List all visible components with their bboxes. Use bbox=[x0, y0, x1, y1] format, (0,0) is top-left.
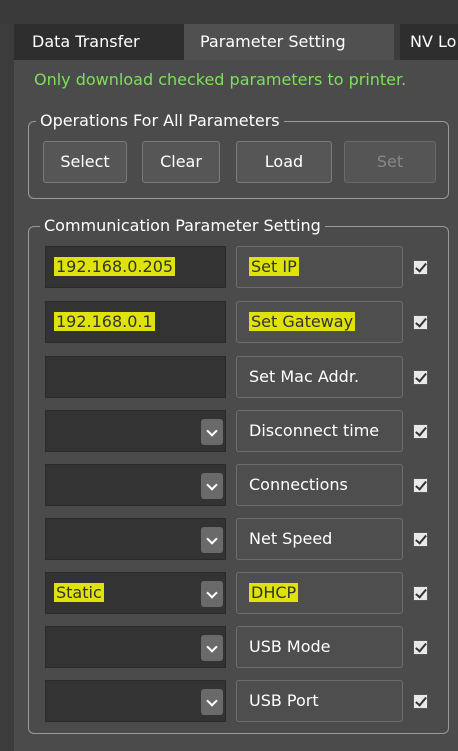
net-speed-button[interactable]: Net Speed bbox=[236, 518, 403, 560]
disconnect-time-checkbox[interactable] bbox=[413, 424, 428, 439]
tab-nv-logo[interactable]: NV Lo bbox=[400, 24, 458, 60]
connections-button[interactable]: Connections bbox=[236, 464, 403, 506]
gateway-field[interactable]: 192.168.0.1 bbox=[45, 301, 226, 343]
usb-port-label: USB Port bbox=[249, 691, 319, 710]
dhcp-combo[interactable]: Static bbox=[45, 572, 226, 614]
tab-data-transfer[interactable]: Data Transfer bbox=[14, 24, 184, 60]
gateway-value: 192.168.0.1 bbox=[54, 312, 155, 331]
net-speed-checkbox[interactable] bbox=[413, 532, 428, 547]
tab-parameter-setting[interactable]: Parameter Setting bbox=[184, 24, 394, 60]
set-ip-checkbox[interactable] bbox=[413, 260, 428, 275]
usb-mode-label: USB Mode bbox=[249, 637, 331, 656]
dhcp-checkbox[interactable] bbox=[413, 586, 428, 601]
disconnect-time-button[interactable]: Disconnect time bbox=[236, 410, 403, 452]
operations-group-title: Operations For All Parameters bbox=[36, 111, 284, 131]
download-notice: Only download checked parameters to prin… bbox=[34, 70, 407, 89]
set-gateway-label: Set Gateway bbox=[249, 312, 356, 331]
usb-mode-button[interactable]: USB Mode bbox=[236, 626, 403, 668]
connections-label: Connections bbox=[249, 475, 348, 494]
set-mac-addr-checkbox[interactable] bbox=[413, 370, 428, 385]
chevron-down-icon[interactable] bbox=[201, 419, 223, 445]
ip-address-field[interactable]: 192.168.0.205 bbox=[45, 246, 226, 288]
usb-mode-checkbox[interactable] bbox=[413, 640, 428, 655]
connections-checkbox[interactable] bbox=[413, 478, 428, 493]
chevron-down-icon[interactable] bbox=[201, 635, 223, 661]
net-speed-combo[interactable] bbox=[45, 518, 226, 560]
disconnect-time-label: Disconnect time bbox=[249, 421, 380, 440]
chevron-down-icon[interactable] bbox=[201, 689, 223, 715]
set-ip-label: Set IP bbox=[249, 257, 299, 276]
communication-group-title: Communication Parameter Setting bbox=[40, 216, 325, 236]
disconnect-time-combo[interactable] bbox=[45, 410, 226, 452]
usb-port-checkbox[interactable] bbox=[413, 694, 428, 709]
dhcp-label: DHCP bbox=[249, 583, 299, 602]
dhcp-value: Static bbox=[54, 583, 104, 602]
usb-mode-combo[interactable] bbox=[45, 626, 226, 668]
set-all-button[interactable]: Set bbox=[344, 141, 436, 183]
set-ip-button[interactable]: Set IP bbox=[236, 246, 403, 288]
set-gateway-checkbox[interactable] bbox=[413, 315, 428, 330]
chevron-down-icon[interactable] bbox=[201, 581, 223, 607]
connections-combo[interactable] bbox=[45, 464, 226, 506]
mac-address-field[interactable] bbox=[45, 356, 226, 398]
usb-port-combo[interactable] bbox=[45, 680, 226, 722]
set-gateway-button[interactable]: Set Gateway bbox=[236, 301, 403, 343]
clear-button[interactable]: Clear bbox=[142, 141, 220, 183]
set-mac-addr-button[interactable]: Set Mac Addr. bbox=[236, 356, 403, 398]
set-mac-addr-label: Set Mac Addr. bbox=[249, 367, 360, 386]
top-strip bbox=[0, 0, 458, 24]
select-button[interactable]: Select bbox=[43, 141, 127, 183]
usb-port-button[interactable]: USB Port bbox=[236, 680, 403, 722]
chevron-down-icon[interactable] bbox=[201, 527, 223, 553]
ip-address-value: 192.168.0.205 bbox=[54, 257, 176, 276]
chevron-down-icon[interactable] bbox=[201, 473, 223, 499]
load-button[interactable]: Load bbox=[236, 141, 332, 183]
net-speed-label: Net Speed bbox=[249, 529, 333, 548]
dhcp-button[interactable]: DHCP bbox=[236, 572, 403, 614]
